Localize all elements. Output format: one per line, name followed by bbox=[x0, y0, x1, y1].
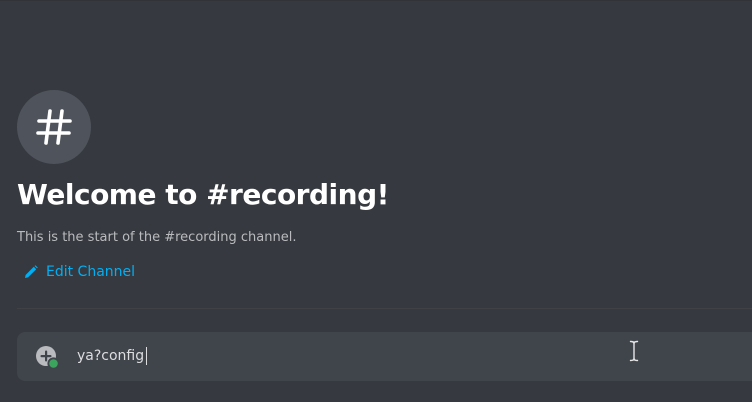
text-caret bbox=[146, 347, 148, 365]
edit-channel-label: Edit Channel bbox=[46, 264, 136, 280]
add-circle-icon bbox=[36, 346, 60, 370]
welcome-title: Welcome to #recording! bbox=[17, 178, 389, 211]
channel-view: Welcome to #recording! This is the start… bbox=[0, 0, 752, 402]
message-input-value: ya?config bbox=[77, 348, 145, 364]
welcome-subtitle: This is the start of the #recording chan… bbox=[17, 230, 297, 245]
pencil-icon bbox=[25, 265, 38, 278]
content-divider bbox=[17, 308, 752, 309]
attach-button[interactable] bbox=[35, 345, 60, 370]
edit-channel-link[interactable]: Edit Channel bbox=[24, 262, 135, 282]
message-input[interactable]: ya?config bbox=[77, 345, 148, 367]
header-divider bbox=[0, 0, 752, 1]
message-composer: ya?config bbox=[17, 332, 752, 381]
hash-icon bbox=[36, 109, 72, 145]
channel-hash-avatar bbox=[17, 90, 91, 164]
ibeam-cursor-icon bbox=[629, 340, 639, 362]
